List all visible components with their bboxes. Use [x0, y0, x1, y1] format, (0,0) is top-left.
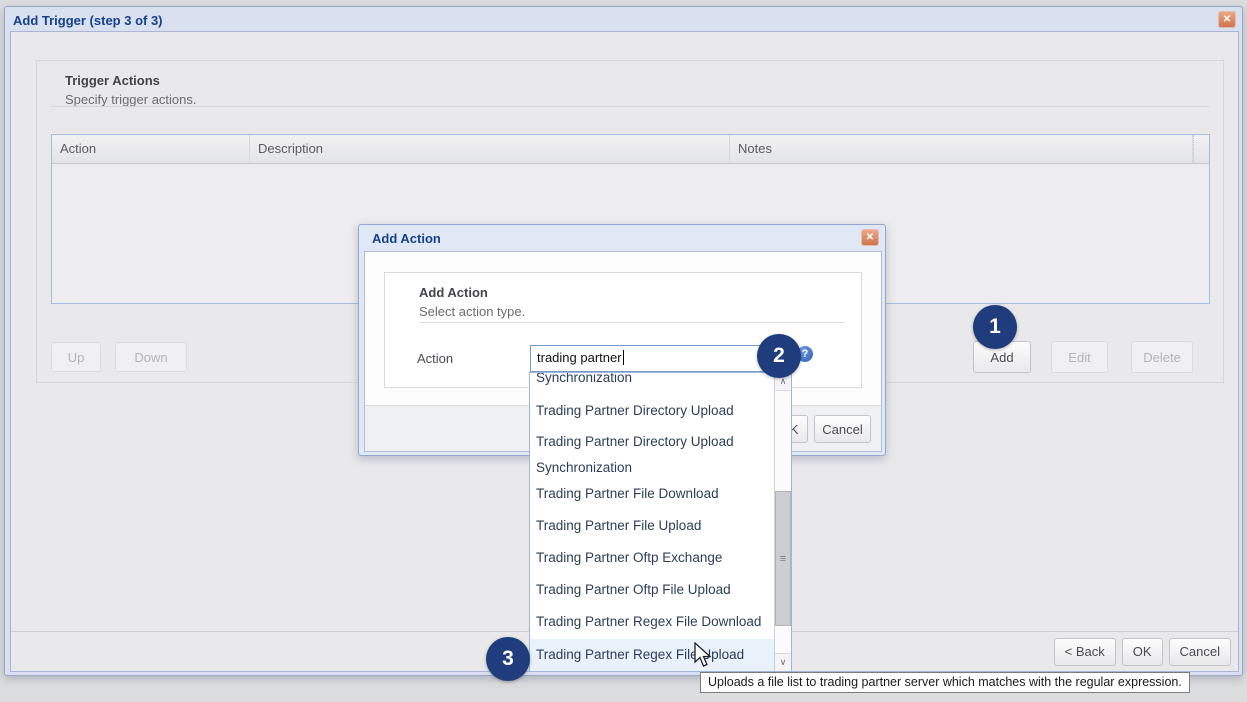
- table-header: Action Description Notes: [52, 135, 1209, 164]
- column-header-description[interactable]: Description: [250, 135, 730, 163]
- add-action-dialog-title: Add Action: [372, 231, 441, 246]
- annotation-badge-2: 2: [757, 334, 801, 378]
- add-action-panel-title: Add Action: [419, 285, 488, 300]
- text-caret: [623, 350, 624, 365]
- screen: Add Trigger (step 3 of 3) ✕ Trigger Acti…: [0, 0, 1247, 702]
- back-button[interactable]: < Back: [1054, 638, 1116, 666]
- scrollbar-thumb[interactable]: ≡: [775, 491, 791, 626]
- dropdown-item[interactable]: Trading Partner Directory Upload: [530, 401, 768, 421]
- dropdown-item[interactable]: Trading Partner File Download: [530, 484, 768, 504]
- action-input-value: trading partner: [537, 350, 622, 365]
- panel-subtitle: Specify trigger actions.: [65, 92, 197, 107]
- dropdown-item[interactable]: Trading Partner Directory Upload Synchro…: [530, 429, 762, 481]
- column-header-spacer: [1193, 135, 1209, 163]
- dropdown-item-partial[interactable]: Synchronization: [530, 372, 768, 388]
- dialog-title: Add Trigger (step 3 of 3): [13, 13, 163, 28]
- action-combo-input[interactable]: trading partner: [530, 345, 793, 372]
- dropdown-item[interactable]: Trading Partner Oftp Exchange: [530, 548, 768, 568]
- dropdown-scrollbar[interactable]: ∧ ≡ ∨: [774, 373, 791, 671]
- cancel-button[interactable]: Cancel: [1169, 638, 1231, 666]
- column-header-notes[interactable]: Notes: [730, 135, 1193, 163]
- add-action-cancel-button[interactable]: Cancel: [814, 415, 871, 443]
- scroll-down-icon[interactable]: ∨: [775, 653, 791, 671]
- dropdown-item[interactable]: Trading Partner Regex File Download: [530, 612, 768, 632]
- add-action-panel-subtitle: Select action type.: [419, 304, 525, 319]
- action-dropdown-list: Synchronization Trading Partner Director…: [529, 372, 792, 672]
- column-header-action[interactable]: Action: [52, 135, 250, 163]
- mouse-cursor-icon: [692, 642, 712, 670]
- delete-button[interactable]: Delete: [1131, 341, 1193, 373]
- tooltip: Uploads a file list to trading partner s…: [700, 672, 1190, 693]
- panel-title: Trigger Actions: [65, 73, 160, 88]
- dropdown-item[interactable]: Trading Partner Oftp File Upload: [530, 580, 768, 600]
- dropdown-item-highlighted[interactable]: Trading Partner Regex File Upload: [530, 639, 775, 671]
- close-icon[interactable]: ✕: [861, 229, 879, 246]
- action-field-label: Action: [417, 351, 453, 366]
- annotation-badge-3: 3: [486, 637, 530, 681]
- close-icon[interactable]: ✕: [1218, 11, 1236, 28]
- ok-button[interactable]: OK: [1122, 638, 1163, 666]
- divider: [419, 322, 845, 323]
- annotation-badge-1: 1: [973, 305, 1017, 349]
- down-button[interactable]: Down: [115, 342, 187, 372]
- divider: [51, 106, 1209, 107]
- edit-button[interactable]: Edit: [1051, 341, 1108, 373]
- up-button[interactable]: Up: [51, 342, 101, 372]
- dropdown-item[interactable]: Trading Partner File Upload: [530, 516, 768, 536]
